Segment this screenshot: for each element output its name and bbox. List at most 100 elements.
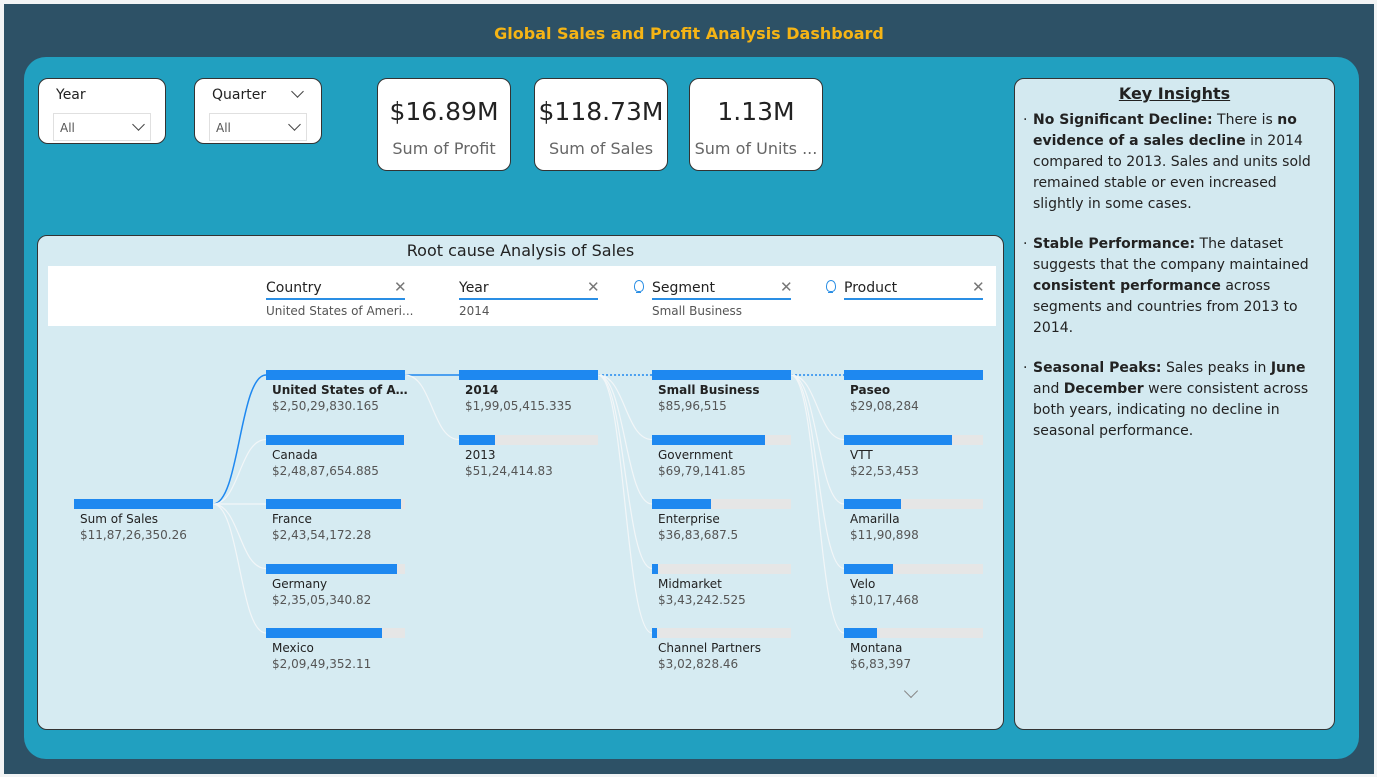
insight-emphasis: December (1063, 381, 1144, 397)
node-bar-track (266, 370, 405, 380)
node-label: Mexico (272, 641, 314, 655)
insight-emphasis: consistent performance (1033, 278, 1221, 294)
node-value: $29,08,284 (850, 399, 919, 413)
node-value: $85,96,515 (658, 399, 727, 413)
kpi-card-units: 1.13M Sum of Units ... (689, 78, 823, 171)
node-bar-fill (652, 563, 658, 574)
kpi-value: 1.13M (717, 97, 795, 126)
year-dropdown[interactable]: All (53, 113, 151, 141)
insight-emphasis: June (1270, 360, 1306, 376)
node-value: $2,50,29,830.165 (272, 399, 379, 413)
node-bar-fill (459, 370, 598, 380)
node-label: VTT (850, 447, 873, 462)
node-value: $3,02,828.46 (658, 657, 739, 671)
node-label: Paseo (850, 383, 891, 397)
node-value: $2,43,54,172.28 (272, 528, 372, 542)
node-bar-track (459, 434, 598, 445)
kpi-card-profit: $16.89M Sum of Profit (377, 78, 511, 171)
node-bar-track (266, 628, 405, 638)
node-value: $36,83,687.5 (658, 528, 739, 542)
year-slicer-label: Year (56, 87, 86, 103)
bullet-icon: · (1023, 236, 1028, 252)
insight-text: Sales peaks in (1161, 360, 1271, 376)
insights-heading: Key Insights (1118, 84, 1231, 103)
insight-text: and (1033, 381, 1064, 397)
node-value: $11,87,26,350.26 (80, 528, 187, 542)
node-bar-fill (459, 434, 495, 445)
tree-connector (212, 438, 267, 505)
node-bar-fill (652, 628, 657, 638)
tree-connector (212, 503, 267, 570)
node-bar-fill (74, 499, 213, 509)
node-bar-track (652, 499, 791, 509)
bullet-icon: · (1023, 360, 1028, 376)
node-label: Government (658, 447, 733, 462)
quarter-dropdown-value: All (216, 121, 231, 135)
node-bar-fill (844, 563, 893, 574)
kpi-caption: Sum of Profit (392, 139, 496, 158)
node-value: $10,17,468 (850, 592, 919, 607)
bullet-icon: · (1023, 112, 1028, 128)
chevron-down-icon (132, 118, 145, 131)
node-label: 2014 (465, 383, 499, 397)
kpi-caption: Sum of Sales (548, 139, 654, 158)
node-bar-track (844, 499, 983, 509)
chevron-down-icon[interactable] (291, 85, 304, 98)
quarter-slicer-label: Quarter (212, 87, 267, 103)
node-bar-track (844, 628, 983, 638)
node-bar-track (459, 370, 598, 380)
insight-item: · Seasonal Peaks: Sales peaks in June an… (1023, 358, 1323, 442)
node-bar-track (74, 499, 213, 509)
node-label: Amarilla (850, 512, 900, 526)
kpi-value: $118.73M (538, 97, 664, 126)
tree-connector (212, 374, 267, 505)
kpi-value: $16.89M (389, 97, 499, 126)
node-value: $11,90,898 (850, 528, 919, 542)
node-bar-track (266, 499, 405, 509)
tree-connector (597, 374, 653, 570)
node-value: $51,24,414.83 (465, 463, 553, 478)
node-bar-fill (844, 370, 983, 380)
insight-lead: Seasonal Peaks: (1033, 360, 1162, 376)
node-bar-track (266, 434, 405, 445)
node-label: 2013 (465, 447, 496, 462)
dashboard-title: Global Sales and Profit Analysis Dashboa… (494, 24, 884, 43)
insight-lead: Stable Performance: (1033, 236, 1196, 252)
node-value: $2,48,87,654.885 (272, 463, 379, 478)
decomposition-tree: Root cause Analysis of Sales Country ✕ U… (37, 235, 1004, 730)
node-value: $1,99,05,415.335 (465, 399, 572, 413)
key-insights-panel: Key Insights · No Significant Decline: T… (1014, 78, 1335, 730)
node-bar-fill (266, 628, 383, 638)
kpi-card-sales: $118.73M Sum of Sales (534, 78, 668, 171)
node-label: Montana (850, 641, 903, 655)
node-label: Velo (850, 576, 876, 591)
node-bar-fill (844, 628, 877, 638)
node-bar-track (652, 370, 791, 380)
year-dropdown-value: All (60, 121, 75, 135)
node-bar-track (652, 434, 791, 445)
node-label: United States of Am... (272, 383, 408, 397)
tree-connector (597, 374, 653, 634)
insight-text: There is (1212, 112, 1278, 128)
node-label: Canada (272, 447, 318, 462)
node-value: $69,79,141.85 (658, 463, 746, 478)
quarter-dropdown[interactable]: All (209, 113, 307, 141)
node-bar-track (652, 563, 791, 574)
node-bar-fill (844, 434, 952, 445)
node-bar-fill (844, 499, 901, 509)
node-label: France (272, 512, 312, 526)
node-value: $2,35,05,340.82 (272, 592, 372, 607)
insight-lead: No Significant Decline: (1033, 112, 1213, 128)
tree-connector (597, 374, 653, 505)
kpi-caption: Sum of Units ... (694, 139, 818, 158)
node-label: Channel Partners (658, 641, 761, 655)
tree-connectors (212, 374, 845, 634)
node-bar-fill (266, 434, 405, 445)
year-slicer[interactable]: Year All (38, 78, 166, 144)
node-bar-fill (266, 370, 405, 380)
node-label: Enterprise (658, 512, 720, 526)
insight-item: · No Significant Decline: There is no ev… (1023, 110, 1323, 215)
tree-connector (790, 374, 845, 570)
tree-connector (790, 374, 845, 634)
quarter-slicer[interactable]: Quarter All (194, 78, 322, 144)
